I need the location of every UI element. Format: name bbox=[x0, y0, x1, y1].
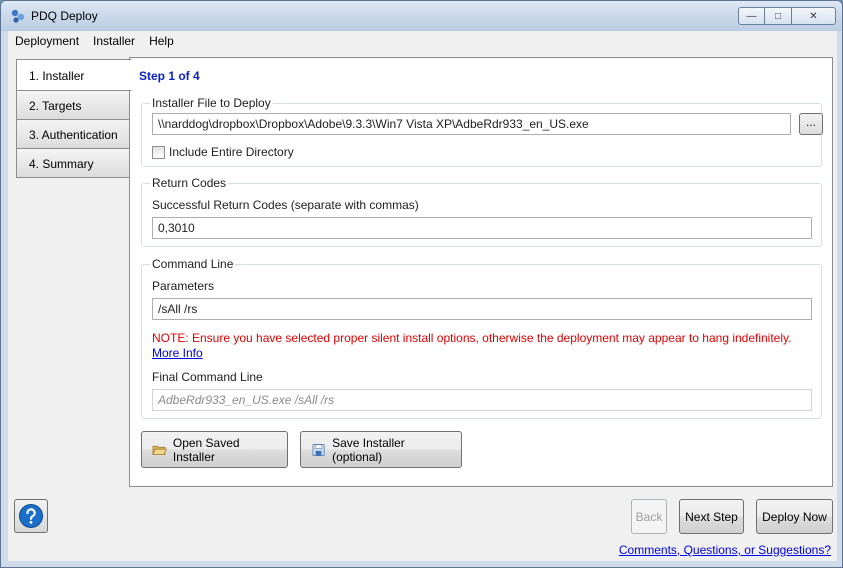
wizard-tabs: 1. Installer 2. Targets 3. Authenticatio… bbox=[16, 59, 132, 178]
return-codes-group-label: Return Codes bbox=[150, 176, 229, 190]
window-title: PDQ Deploy bbox=[31, 9, 98, 23]
back-button[interactable]: Back bbox=[631, 499, 667, 534]
step-title: Step 1 of 4 bbox=[139, 69, 200, 83]
return-codes-label: Successful Return Codes (separate with c… bbox=[152, 198, 419, 212]
folder-open-icon bbox=[152, 445, 167, 455]
tab-targets[interactable]: 2. Targets bbox=[16, 91, 130, 120]
installer-file-group-label: Installer File to Deploy bbox=[150, 96, 273, 110]
next-step-button[interactable]: Next Step bbox=[679, 499, 744, 534]
save-installer-button[interactable]: Save Installer (optional) bbox=[300, 431, 462, 468]
minimize-button[interactable]: — bbox=[738, 7, 765, 25]
deploy-now-button[interactable]: Deploy Now bbox=[756, 499, 833, 534]
installer-path-input[interactable]: \\narddog\dropbox\Dropbox\Adobe\9.3.3\Wi… bbox=[152, 113, 791, 135]
installer-file-group: Installer File to Deploy \\narddog\dropb… bbox=[141, 96, 823, 167]
more-info-link[interactable]: More Info bbox=[152, 346, 203, 360]
parameters-input[interactable]: /sAll /rs bbox=[152, 298, 812, 320]
window-controls: — □ ✕ bbox=[738, 7, 836, 25]
close-icon: ✕ bbox=[809, 10, 818, 22]
menu-installer[interactable]: Installer bbox=[86, 34, 142, 48]
maximize-icon: □ bbox=[774, 10, 782, 22]
maximize-button[interactable]: □ bbox=[765, 7, 792, 25]
command-line-group-label: Command Line bbox=[150, 257, 236, 271]
save-installer-label: Save Installer (optional) bbox=[332, 435, 405, 464]
help-button[interactable] bbox=[14, 499, 48, 533]
menu-help[interactable]: Help bbox=[142, 34, 181, 48]
checkbox-box[interactable] bbox=[152, 145, 165, 159]
help-icon bbox=[19, 504, 43, 528]
tab-installer[interactable]: 1. Installer bbox=[16, 59, 132, 91]
app-logo-icon bbox=[11, 9, 25, 23]
final-command-field: AdbeRdr933_en_US.exe /sAll /rs bbox=[152, 389, 812, 411]
title-bar[interactable]: PDQ Deploy — □ ✕ bbox=[1, 1, 842, 31]
minimize-icon: — bbox=[746, 10, 757, 22]
save-disk-icon bbox=[312, 443, 325, 456]
silent-install-note: NOTE: Ensure you have selected proper si… bbox=[152, 331, 792, 345]
return-codes-input[interactable]: 0,3010 bbox=[152, 217, 812, 239]
open-saved-installer-button[interactable]: Open Saved Installer bbox=[141, 431, 288, 468]
tab-summary[interactable]: 4. Summary bbox=[16, 149, 130, 178]
client-area: 1. Installer 2. Targets 3. Authenticatio… bbox=[8, 51, 837, 561]
close-button[interactable]: ✕ bbox=[792, 7, 836, 25]
app-window: PDQ Deploy — □ ✕ Deployment Installer He… bbox=[0, 0, 843, 568]
feedback-link[interactable]: Comments, Questions, or Suggestions? bbox=[619, 543, 831, 557]
parameters-label: Parameters bbox=[152, 279, 215, 293]
include-directory-label: Include Entire Directory bbox=[169, 145, 294, 159]
installer-panel: Step 1 of 4 Installer File to Deploy \\n… bbox=[129, 57, 833, 487]
menu-bar: Deployment Installer Help bbox=[8, 31, 837, 51]
menu-deployment[interactable]: Deployment bbox=[8, 34, 86, 48]
return-codes-group: Return Codes Successful Return Codes (se… bbox=[141, 176, 822, 247]
include-directory-checkbox[interactable]: Include Entire Directory bbox=[152, 145, 294, 159]
tab-authentication[interactable]: 3. Authentication bbox=[16, 120, 130, 149]
browse-button[interactable]: ... bbox=[799, 113, 823, 135]
command-line-group: Command Line Parameters /sAll /rs NOTE: … bbox=[141, 257, 822, 419]
final-command-label: Final Command Line bbox=[152, 370, 263, 384]
open-saved-installer-label: Open Saved Installer bbox=[172, 435, 240, 464]
